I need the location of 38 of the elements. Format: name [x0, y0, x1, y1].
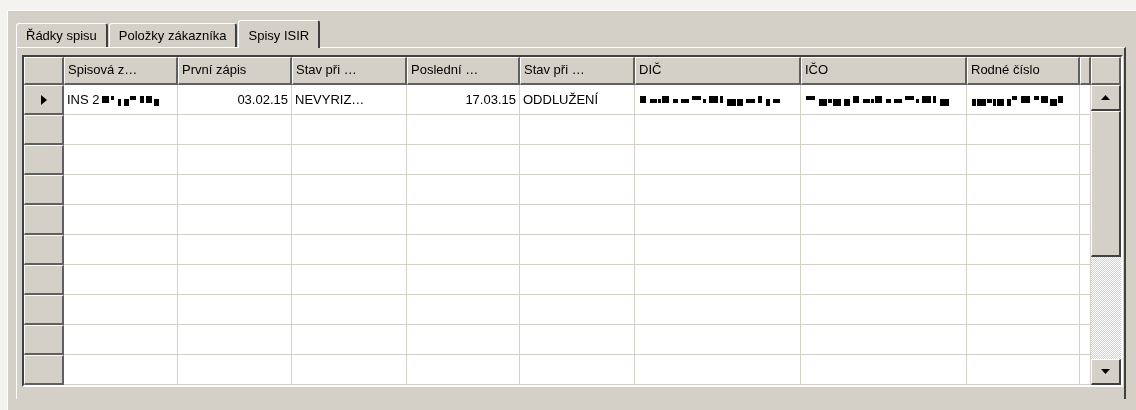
table-cell: 17.03.15 — [407, 85, 520, 115]
row-selector[interactable] — [24, 295, 64, 325]
scroll-down-icon[interactable] — [1101, 369, 1110, 374]
column-header[interactable]: Spisová z… — [64, 57, 178, 85]
table-cell — [1080, 355, 1091, 385]
row-selector[interactable] — [24, 235, 64, 265]
column-header[interactable]: Stav při … — [520, 57, 635, 85]
column-header[interactable]: Rodné číslo — [967, 57, 1080, 85]
row-selector[interactable] — [24, 115, 64, 145]
row-selector[interactable] — [24, 175, 64, 205]
table-cell: 03.02.15 — [178, 85, 292, 115]
column-header[interactable]: Stav při … — [292, 57, 407, 85]
tab[interactable]: Spisy ISIR — [238, 20, 321, 48]
table-cell: ODDLUŽENÍ — [520, 85, 635, 115]
table-cell — [1080, 265, 1091, 295]
table-cell — [1080, 145, 1091, 175]
vertical-scrollbar[interactable] — [1091, 85, 1121, 385]
column-header[interactable]: Poslední … — [407, 57, 520, 85]
tab[interactable]: Řádky spisu — [16, 23, 108, 47]
table-cell — [1080, 175, 1091, 205]
row-selector[interactable] — [24, 355, 64, 385]
row-selector[interactable] — [24, 85, 64, 115]
column-header[interactable]: DIČ — [635, 57, 801, 85]
column-header[interactable]: IČO — [801, 57, 967, 85]
column-header[interactable]: První zápis — [178, 57, 292, 85]
cell-text: INS 2 — [67, 92, 100, 107]
row-selector[interactable] — [24, 265, 64, 295]
row-selector[interactable] — [24, 145, 64, 175]
table-cell — [1080, 295, 1091, 325]
table-cell — [1080, 205, 1091, 235]
table-cell — [1080, 325, 1091, 355]
scroll-up-icon[interactable] — [1101, 95, 1110, 100]
table-cell: NEVYRIZ… — [292, 85, 407, 115]
row-selector[interactable] — [24, 205, 64, 235]
table-cell — [1080, 235, 1091, 265]
table-cell — [1080, 115, 1091, 145]
row-selector[interactable] — [24, 325, 64, 355]
tab[interactable]: Položky zákazníka — [108, 23, 238, 47]
